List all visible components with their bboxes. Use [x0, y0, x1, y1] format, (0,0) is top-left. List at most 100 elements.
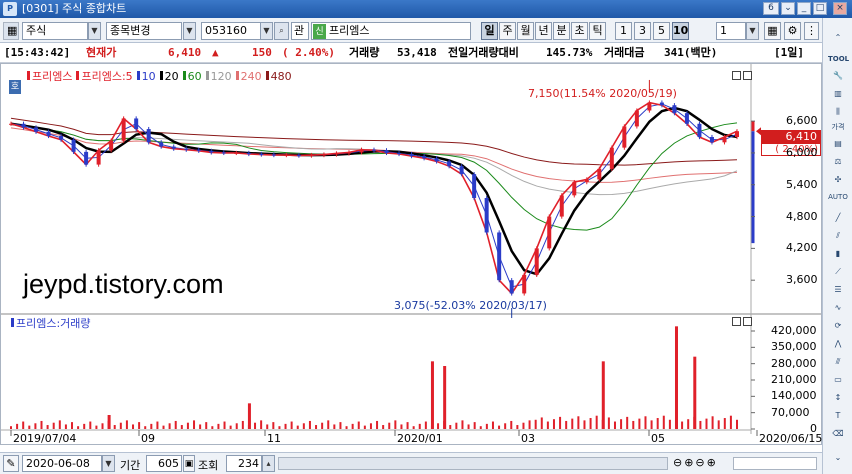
- view-spinner-icon[interactable]: ▴: [262, 455, 275, 472]
- chart-canvas[interactable]: [1, 64, 821, 444]
- arrow-icon[interactable]: ↕: [827, 388, 849, 406]
- volume-bar: [186, 422, 189, 429]
- zigzag-icon[interactable]: ⋀: [827, 334, 849, 352]
- volume-bar: [22, 421, 25, 429]
- cycle-icon[interactable]: ⟳: [827, 316, 849, 334]
- scroll-track[interactable]: [733, 457, 817, 470]
- change-item-dropdown-icon[interactable]: ▼: [183, 22, 196, 40]
- volume-bar: [656, 418, 659, 429]
- plate-button[interactable]: 관: [291, 22, 309, 40]
- volume-bar: [461, 420, 464, 429]
- close-icon[interactable]: ×: [833, 2, 847, 15]
- volume-bar: [528, 420, 531, 429]
- market-dropdown-icon[interactable]: ▼: [88, 22, 101, 40]
- volume-bar: [132, 424, 135, 429]
- interval-button-1[interactable]: 1: [615, 22, 632, 40]
- window-counter-button[interactable]: 6: [763, 2, 779, 15]
- panel-maximize-icon[interactable]: [743, 71, 752, 80]
- ask-bid-badge[interactable]: 호: [9, 80, 21, 94]
- chart-type-icon[interactable]: ▥: [827, 84, 849, 102]
- price-tick-label: 3,600: [786, 273, 818, 287]
- settings-gear-icon[interactable]: ⚙: [784, 22, 801, 40]
- edit-icon[interactable]: ✎: [3, 455, 19, 472]
- volume-bar: [632, 420, 635, 429]
- toolbar: ▦ 주식 ▼ 종목변경 ▼ 053160 ▼ ⌕ 관 신 프리엠스 일주월년분초틱…: [0, 18, 822, 43]
- volume-bar: [394, 420, 397, 429]
- compare-icon[interactable]: ⚖: [827, 152, 849, 170]
- candle-body: [634, 110, 639, 127]
- date-dropdown-icon[interactable]: ▼: [102, 455, 115, 472]
- price-change-pct: ( 2.40%): [282, 46, 335, 59]
- candle-body: [534, 248, 539, 275]
- auto-button[interactable]: AUTO: [827, 188, 849, 206]
- volume-bar: [296, 425, 299, 429]
- volume-bar: [418, 423, 421, 429]
- minimize-icon[interactable]: _: [797, 2, 811, 15]
- chart-scrollbar[interactable]: [278, 457, 668, 470]
- period-tab-0[interactable]: 일: [481, 22, 498, 40]
- volume-bar: [662, 415, 665, 429]
- volume-bar: [290, 421, 293, 429]
- period-tab-1[interactable]: 주: [499, 22, 516, 40]
- multi-line-icon[interactable]: ⫽: [827, 226, 849, 244]
- period-tab-2[interactable]: 월: [517, 22, 534, 40]
- wrench-icon[interactable]: 🔧: [827, 66, 849, 84]
- candle-body: [422, 156, 427, 159]
- interval-button-3[interactable]: 3: [634, 22, 651, 40]
- view-input[interactable]: 234: [226, 455, 262, 472]
- legend-item-7: 480: [265, 70, 292, 83]
- quote-time: [15:43:42]: [4, 46, 71, 59]
- period-tab-4[interactable]: 분: [553, 22, 570, 40]
- pattern-icon[interactable]: ✣: [827, 170, 849, 188]
- period-tab-6[interactable]: 틱: [589, 22, 606, 40]
- indicator-icon[interactable]: ▤: [827, 134, 849, 152]
- volume-bar: [254, 422, 257, 429]
- count-dropdown-icon[interactable]: ▼: [746, 22, 759, 40]
- volume-bar: [180, 425, 183, 429]
- menu-grid-icon[interactable]: ▦: [3, 22, 19, 40]
- panel-minimize-icon[interactable]: [732, 71, 741, 80]
- line-draw-icon[interactable]: ╱: [827, 208, 849, 226]
- candle-body: [472, 174, 477, 198]
- text-icon[interactable]: T: [827, 406, 849, 424]
- change-item-button[interactable]: 종목변경: [106, 22, 182, 40]
- fib-icon[interactable]: ☰: [827, 280, 849, 298]
- config-grid-icon[interactable]: ▦: [764, 22, 781, 40]
- search-icon[interactable]: ⌕: [274, 22, 289, 40]
- lock-icon[interactable]: ▣: [183, 455, 195, 472]
- count-input[interactable]: 1: [716, 22, 746, 40]
- volume-bar: [58, 420, 61, 429]
- candle-body: [246, 152, 251, 154]
- interval-button-10[interactable]: 10: [672, 22, 689, 40]
- stock-code-input[interactable]: 053160: [201, 22, 261, 40]
- chart-area[interactable]: 호 프리엠스 프리엠스:5 10 20 60 120 240 480 7,150(11.54%…: [0, 63, 822, 445]
- volume-bar: [34, 423, 37, 429]
- maximize-icon[interactable]: □: [813, 2, 827, 15]
- period-input[interactable]: 605: [146, 455, 182, 472]
- interval-button-5[interactable]: 5: [653, 22, 670, 40]
- channel-icon[interactable]: ⫻: [827, 352, 849, 370]
- expand-down-icon[interactable]: ⌄: [827, 448, 849, 466]
- price-tick-label: 6,600: [786, 114, 818, 128]
- trend-line-icon[interactable]: ⟋: [827, 262, 849, 280]
- period-tab-3[interactable]: 년: [535, 22, 552, 40]
- period-tab-5[interactable]: 초: [571, 22, 588, 40]
- volume-bar: [272, 422, 275, 429]
- low-annotation: 3,075(-52.03% 2020/03/17): [394, 299, 547, 312]
- ma10-line: [10, 103, 738, 288]
- box-icon[interactable]: ▭: [827, 370, 849, 388]
- market-select[interactable]: 주식: [22, 22, 88, 40]
- volume-bar: [736, 419, 738, 429]
- pin-icon[interactable]: ⌄: [781, 2, 795, 15]
- current-price: 6,410: [168, 46, 202, 59]
- wave-icon[interactable]: ∿: [827, 298, 849, 316]
- date-input[interactable]: 2020-06-08: [22, 455, 102, 472]
- more-icon[interactable]: ⋮: [804, 22, 819, 40]
- stock-code-dropdown-icon[interactable]: ▼: [260, 22, 273, 40]
- bar-chart-icon[interactable]: ▮: [827, 244, 849, 262]
- volume-panel-maximize-icon[interactable]: [743, 317, 752, 326]
- zoom-controls[interactable]: ⊖⊕⊖⊕: [673, 456, 718, 469]
- collapse-icon[interactable]: ⌃: [827, 28, 849, 46]
- volume-panel-minimize-icon[interactable]: [732, 317, 741, 326]
- eraser-icon[interactable]: ⌫: [827, 424, 849, 442]
